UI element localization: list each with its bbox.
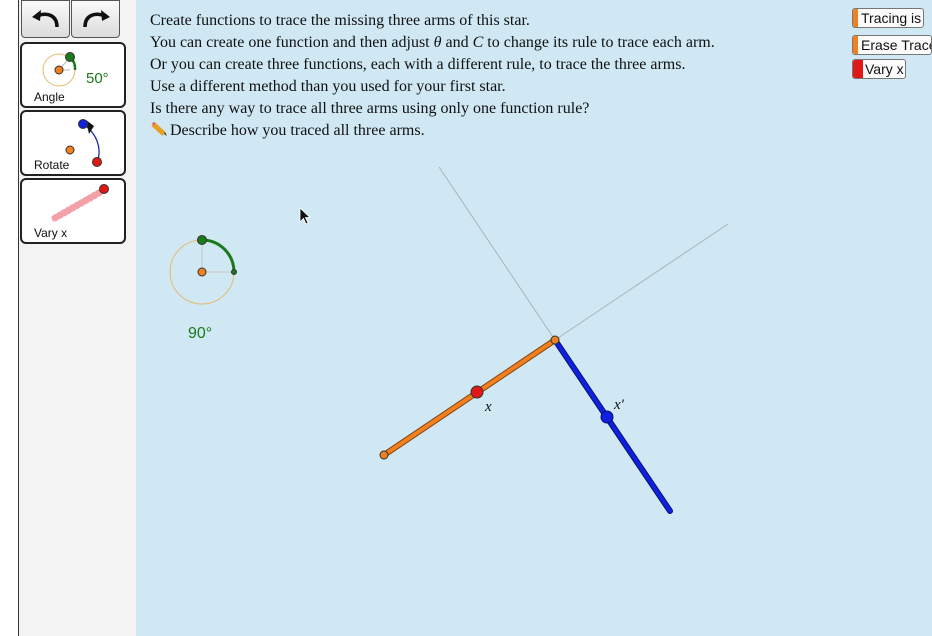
instruction-line-1: Create functions to trace the missing th… [150,12,530,29]
instruction-line-5: Is there any way to trace all three arms… [150,100,590,117]
orange-arm-endpoint[interactable] [379,450,389,460]
orange-arm-segment[interactable] [382,338,557,457]
tracing-toggle-label: Tracing is [861,10,922,26]
instruction-line-2: You can create one function and then adj… [150,34,715,51]
point-x-label: x [484,399,492,415]
angle-widget-handle[interactable] [197,235,207,245]
instruction-line-4: Use a different method than you used for… [150,78,506,95]
construction-ray-upper [438,166,556,341]
instruction-line-3: Or you can create three functions, each … [150,56,686,73]
erase-traces-label: Erase Traces [861,37,931,53]
mouse-cursor-icon [299,207,312,225]
tracing-toggle-button[interactable]: Tracing is [852,8,924,28]
angle-value-label: 90° [188,325,212,342]
construction-ray-right [554,223,729,341]
star-center-point[interactable] [550,335,560,345]
angle-widget-base-point[interactable] [231,269,237,275]
angle-widget-arc [201,238,236,273]
instructions-text: Create functions to trace the missing th… [150,10,830,142]
pencil-icon [151,122,167,136]
vary-x-button-label: Vary x [865,61,904,77]
vary-x-button[interactable]: Vary x [852,59,906,79]
point-x[interactable] [470,385,484,399]
blue-arm-segment[interactable] [553,338,672,513]
point-x-prime-label: x′ [613,397,625,413]
instruction-line-6: Describe how you traced all three arms. [150,120,830,142]
erase-traces-button[interactable]: Erase Traces [852,35,932,55]
angle-widget-center[interactable] [197,267,207,277]
point-x-prime[interactable] [600,410,614,424]
